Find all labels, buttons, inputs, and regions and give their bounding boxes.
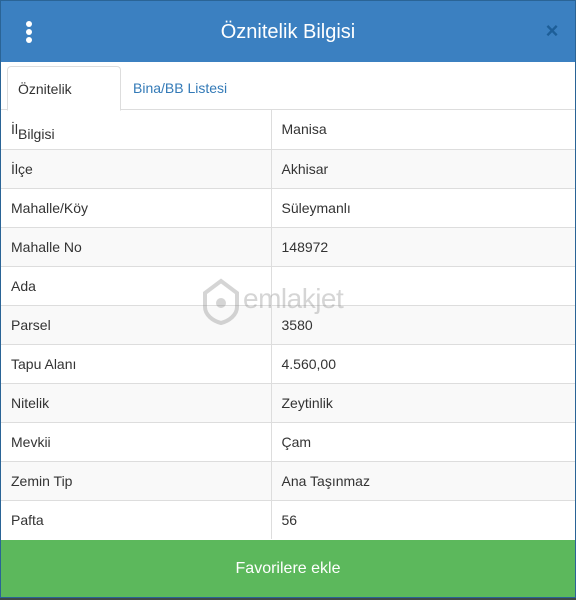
row-value: Çam [271, 421, 575, 461]
close-icon[interactable]: × [539, 17, 565, 45]
table-row: Zemin Tip Ana Taşınmaz [1, 460, 575, 500]
row-value: Manisa [281, 121, 327, 138]
add-to-favorites-button[interactable]: Favorilere ekle [1, 540, 575, 597]
attribute-info-modal: Öznitelik Bilgisi × Öznitelik Bilgisi Bi… [0, 0, 576, 598]
modal-header: Öznitelik Bilgisi × [1, 1, 575, 62]
row-value: 3580 [271, 304, 575, 344]
table-row: Mevkii Çam [1, 421, 575, 461]
row-value: Süleymanlı [271, 187, 575, 227]
tab-attribute-info[interactable]: Öznitelik Bilgisi [7, 66, 121, 142]
row-key: Tapu Alanı [1, 343, 272, 383]
table-row: İl Manisa [1, 110, 575, 149]
row-key: Ada [1, 265, 272, 305]
table-row: Nitelik Zeytinlik [1, 382, 575, 422]
row-key: Mahalle No [1, 226, 272, 266]
row-key: İl [1, 110, 272, 149]
row-key: Pafta [1, 499, 272, 539]
row-key: Nitelik [1, 382, 272, 422]
table-row: Mahalle/Köy Süleymanlı [1, 187, 575, 227]
row-key: İlçe [1, 148, 272, 188]
attribute-table: İl Manisa İlçe Akhisar Mahalle/Köy Süleyman… [1, 110, 575, 539]
table-row: Tapu Alanı 4.560,00 [1, 343, 575, 383]
row-value: 56 [271, 499, 575, 539]
row-value: Zeytinlik [271, 382, 575, 422]
row-key: Mevkii [1, 421, 272, 461]
table-row: Pafta 56 [1, 499, 575, 539]
row-value: Ana Taşınmaz [271, 460, 575, 500]
modal-title: Öznitelik Bilgisi [220, 21, 356, 43]
table-row: İlçe Akhisar [1, 148, 575, 188]
table-row: Parsel 3580 [1, 304, 575, 344]
row-value: 148972 [271, 226, 575, 266]
row-value: 4.560,00 [271, 343, 575, 383]
row-value: Akhisar [271, 148, 575, 188]
row-key: Mahalle/Köy [1, 187, 272, 227]
row-key: Zemin Tip [1, 460, 272, 500]
row-key: Parsel [1, 304, 272, 344]
row-value [271, 265, 575, 305]
tab-building-list[interactable]: Bina/BB Listesi [123, 66, 237, 111]
table-row: Ada [1, 265, 575, 305]
table-row: Mahalle No 148972 [1, 226, 575, 266]
tab-bar: Öznitelik Bilgisi Bina/BB Listesi [1, 62, 575, 142]
